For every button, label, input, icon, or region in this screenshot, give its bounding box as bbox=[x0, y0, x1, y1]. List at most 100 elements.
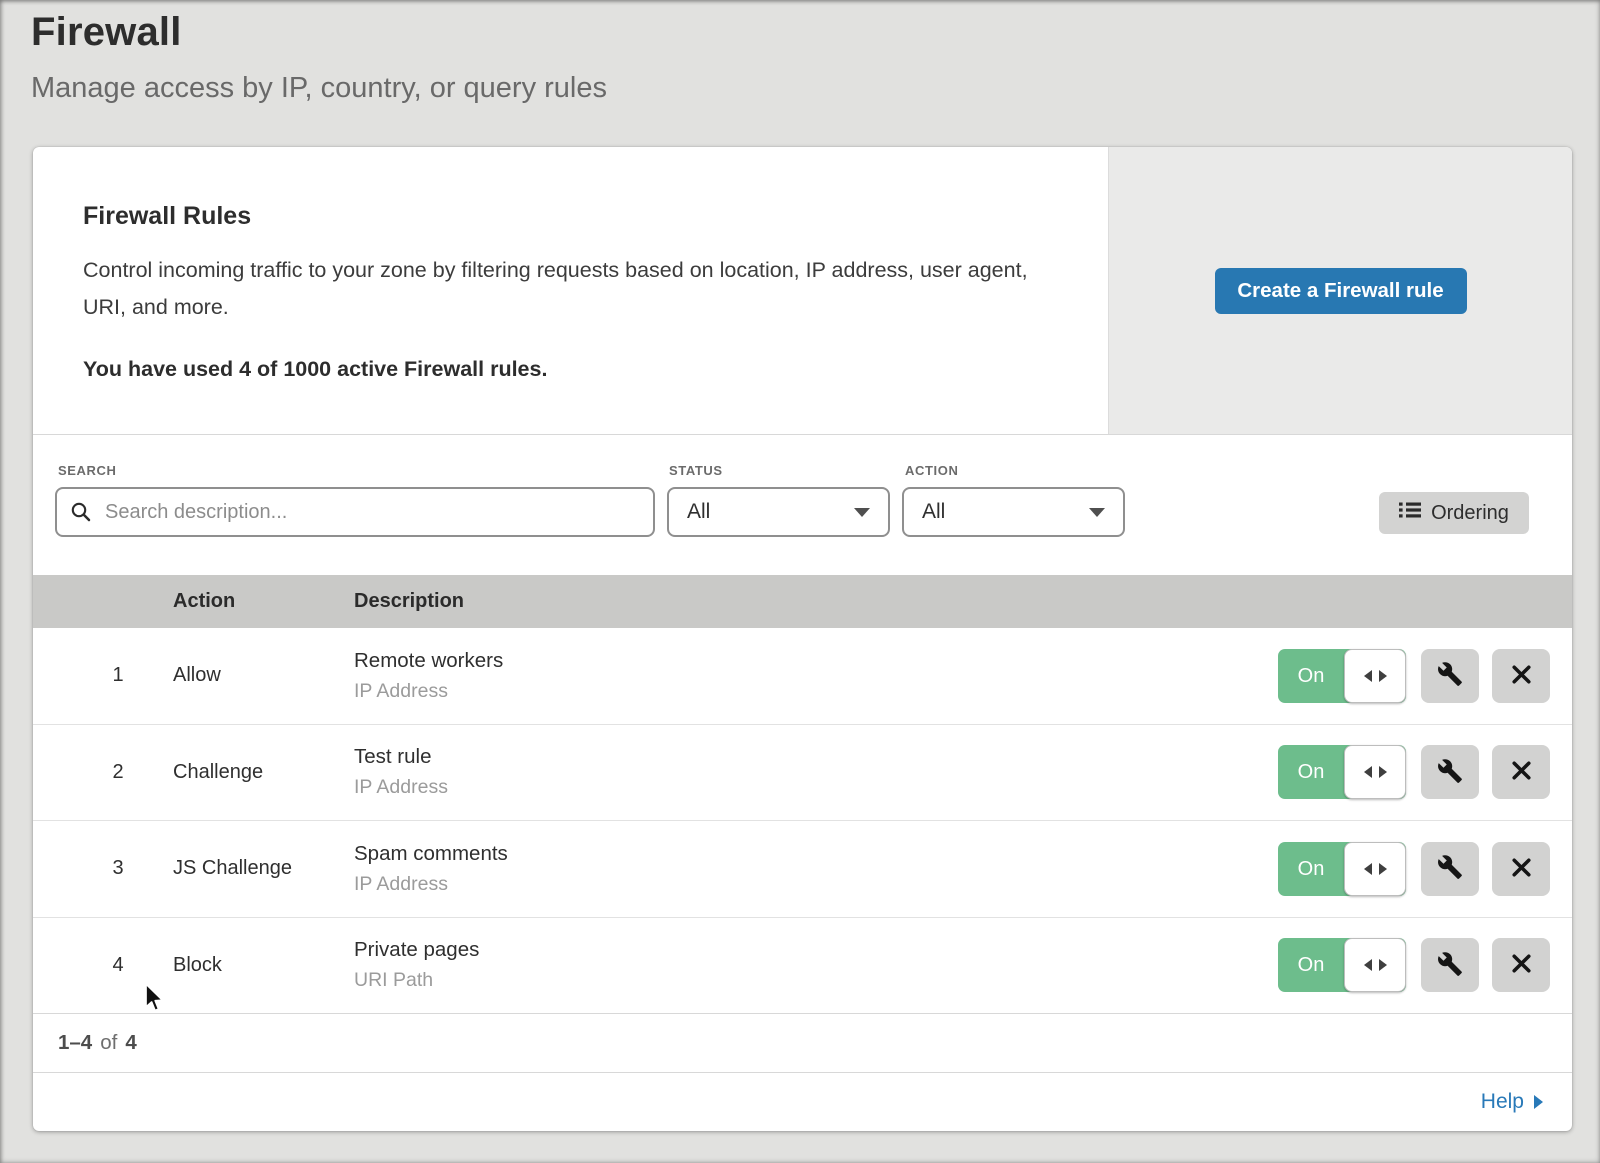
ordering-button[interactable]: Ordering bbox=[1379, 492, 1529, 534]
delete-rule-button[interactable] bbox=[1492, 842, 1550, 896]
filter-bar: SEARCH STATUS All ACTION All Ordering bbox=[33, 435, 1572, 575]
pagination-of: of bbox=[100, 1031, 117, 1055]
toggle-handle[interactable] bbox=[1344, 649, 1406, 703]
toggle-arrows-icon bbox=[1379, 959, 1387, 971]
caret-down-icon bbox=[854, 508, 870, 517]
rule-action: Block bbox=[173, 954, 354, 977]
card-heading: Firewall Rules bbox=[83, 202, 1048, 231]
table-row: 3 JS Challenge Spam comments IP Address … bbox=[33, 820, 1572, 917]
forward-triangle-icon bbox=[1534, 1095, 1543, 1109]
rule-description: Test rule bbox=[354, 745, 1278, 769]
rule-match-type: IP Address bbox=[354, 680, 1278, 703]
action-label: ACTION bbox=[905, 463, 958, 478]
rule-enabled-toggle[interactable]: On bbox=[1278, 842, 1406, 896]
rule-priority: 3 bbox=[33, 857, 173, 880]
help-row: Help bbox=[33, 1072, 1572, 1131]
wrench-icon bbox=[1437, 758, 1463, 787]
rule-priority: 1 bbox=[33, 664, 173, 687]
edit-rule-button[interactable] bbox=[1421, 649, 1479, 703]
edit-rule-button[interactable] bbox=[1421, 745, 1479, 799]
toggle-handle[interactable] bbox=[1344, 745, 1406, 799]
wrench-icon bbox=[1437, 661, 1463, 690]
rule-enabled-toggle[interactable]: On bbox=[1278, 649, 1406, 703]
rule-controls: On bbox=[1278, 649, 1550, 703]
caret-down-icon bbox=[1089, 508, 1105, 517]
rule-description-cell: Spam comments IP Address bbox=[354, 842, 1278, 896]
pagination: 1–4 of 4 bbox=[33, 1013, 1572, 1072]
toggle-arrows-icon bbox=[1364, 863, 1372, 875]
edit-rule-button[interactable] bbox=[1421, 842, 1479, 896]
page-title: Firewall bbox=[31, 10, 1600, 55]
page-header: Firewall Manage access by IP, country, o… bbox=[0, 0, 1600, 105]
help-link[interactable]: Help bbox=[1481, 1090, 1543, 1114]
wrench-icon bbox=[1437, 951, 1463, 980]
card-intro-section: Firewall Rules Control incoming traffic … bbox=[33, 147, 1572, 435]
pagination-range: 1–4 bbox=[58, 1031, 92, 1055]
search-field-wrap bbox=[55, 487, 655, 537]
action-select[interactable]: All bbox=[902, 487, 1125, 537]
delete-rule-button[interactable] bbox=[1492, 649, 1550, 703]
toggle-arrows-icon bbox=[1364, 959, 1372, 971]
rules-table-body: 1 Allow Remote workers IP Address On bbox=[33, 628, 1572, 1013]
rule-match-type: IP Address bbox=[354, 873, 1278, 896]
status-select[interactable]: All bbox=[667, 487, 890, 537]
search-icon bbox=[69, 500, 93, 529]
rule-priority: 2 bbox=[33, 761, 173, 784]
rule-controls: On bbox=[1278, 842, 1550, 896]
rule-description-cell: Test rule IP Address bbox=[354, 745, 1278, 799]
description-column-header: Description bbox=[354, 590, 1572, 613]
wrench-icon bbox=[1437, 854, 1463, 883]
close-icon bbox=[1509, 855, 1534, 883]
ordering-button-label: Ordering bbox=[1431, 502, 1509, 525]
toggle-arrows-icon bbox=[1379, 670, 1387, 682]
toggle-arrows-icon bbox=[1364, 766, 1372, 778]
close-icon bbox=[1509, 662, 1534, 690]
rule-description: Spam comments bbox=[354, 842, 1278, 866]
rule-description: Private pages bbox=[354, 938, 1278, 962]
rule-match-type: IP Address bbox=[354, 776, 1278, 799]
status-label: STATUS bbox=[669, 463, 723, 478]
usage-note: You have used 4 of 1000 active Firewall … bbox=[83, 357, 1048, 382]
toggle-handle[interactable] bbox=[1344, 938, 1406, 992]
rule-description-cell: Remote workers IP Address bbox=[354, 649, 1278, 703]
table-row: 4 Block Private pages URI Path On bbox=[33, 917, 1572, 1014]
close-icon bbox=[1509, 758, 1534, 786]
firewall-rules-card: Firewall Rules Control incoming traffic … bbox=[33, 147, 1572, 1131]
action-select-value: All bbox=[922, 500, 945, 524]
rule-priority: 4 bbox=[33, 954, 173, 977]
rule-action: Challenge bbox=[173, 761, 354, 784]
toggle-state-label: On bbox=[1278, 842, 1344, 896]
rule-match-type: URI Path bbox=[354, 969, 1278, 992]
rule-enabled-toggle[interactable]: On bbox=[1278, 745, 1406, 799]
rule-enabled-toggle[interactable]: On bbox=[1278, 938, 1406, 992]
toggle-arrows-icon bbox=[1379, 766, 1387, 778]
rule-controls: On bbox=[1278, 745, 1550, 799]
table-header: Action Description bbox=[33, 575, 1572, 628]
card-description: Control incoming traffic to your zone by… bbox=[83, 252, 1043, 326]
card-intro-text: Firewall Rules Control incoming traffic … bbox=[33, 147, 1108, 434]
toggle-state-label: On bbox=[1278, 745, 1344, 799]
rule-description: Remote workers bbox=[354, 649, 1278, 673]
toggle-arrows-icon bbox=[1364, 670, 1372, 682]
ordered-list-icon bbox=[1399, 501, 1421, 525]
help-link-label: Help bbox=[1481, 1090, 1524, 1114]
create-rule-panel: Create a Firewall rule bbox=[1108, 147, 1572, 434]
search-input[interactable] bbox=[55, 487, 655, 537]
rule-controls: On bbox=[1278, 938, 1550, 992]
pagination-total: 4 bbox=[125, 1031, 136, 1055]
table-row: 2 Challenge Test rule IP Address On bbox=[33, 724, 1572, 821]
toggle-handle[interactable] bbox=[1344, 842, 1406, 896]
rule-action: Allow bbox=[173, 664, 354, 687]
search-label: SEARCH bbox=[58, 463, 117, 478]
create-firewall-rule-button[interactable]: Create a Firewall rule bbox=[1215, 268, 1467, 314]
page-subtitle: Manage access by IP, country, or query r… bbox=[31, 72, 1600, 105]
close-icon bbox=[1509, 951, 1534, 979]
toggle-state-label: On bbox=[1278, 938, 1344, 992]
toggle-state-label: On bbox=[1278, 649, 1344, 703]
status-select-value: All bbox=[687, 500, 710, 524]
delete-rule-button[interactable] bbox=[1492, 938, 1550, 992]
rule-description-cell: Private pages URI Path bbox=[354, 938, 1278, 992]
toggle-arrows-icon bbox=[1379, 863, 1387, 875]
edit-rule-button[interactable] bbox=[1421, 938, 1479, 992]
delete-rule-button[interactable] bbox=[1492, 745, 1550, 799]
